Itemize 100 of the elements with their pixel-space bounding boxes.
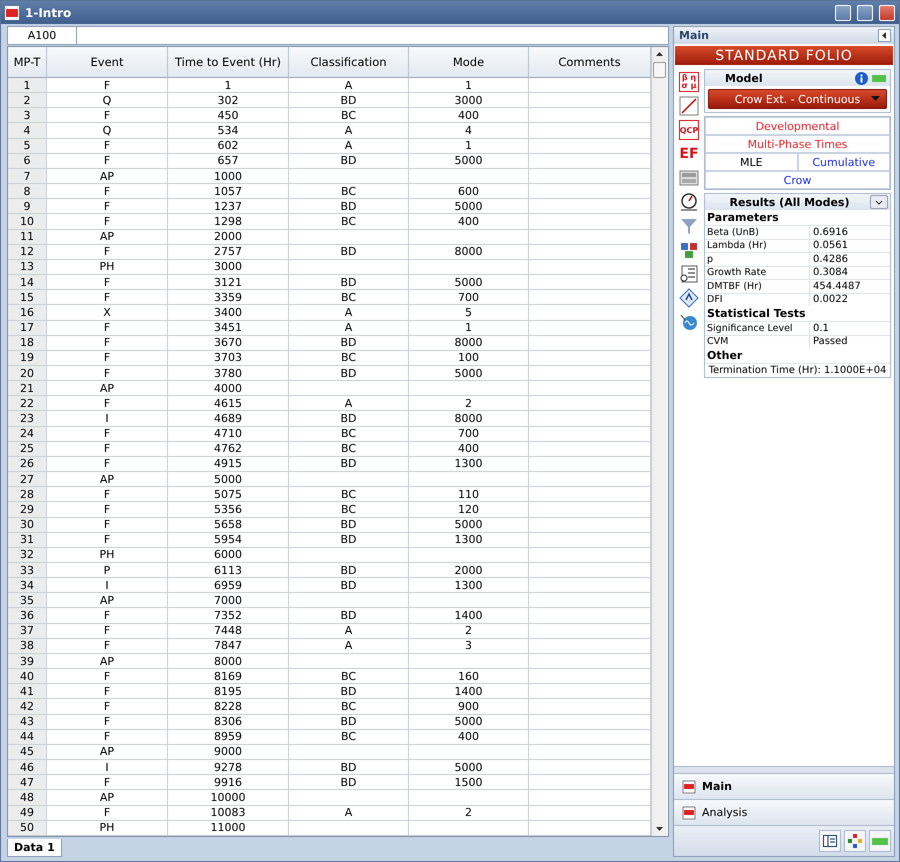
- qcp-icon[interactable]: QCP: [679, 120, 699, 140]
- table-cell: F: [47, 350, 168, 366]
- table-cell: F: [47, 184, 168, 200]
- table-cell: 5000: [409, 275, 529, 290]
- result-label: Growth Rate: [705, 266, 810, 279]
- column-header[interactable]: MP-T: [8, 47, 47, 78]
- layout-button[interactable]: [819, 830, 841, 852]
- table-cell: F: [47, 669, 168, 684]
- column-header[interactable]: Classification: [289, 47, 409, 78]
- table-cell: 600: [409, 184, 529, 200]
- table-cell: 1300: [409, 456, 529, 472]
- table-cell: 5000: [409, 199, 529, 214]
- result-label: Beta (UnB): [705, 226, 810, 238]
- row-number: 45: [8, 744, 47, 760]
- table-cell: 1300: [409, 578, 529, 594]
- row-number: 34: [8, 578, 47, 594]
- table-cell: BD: [289, 275, 409, 290]
- scroll-thumb[interactable]: [653, 62, 666, 78]
- table-cell: F: [47, 638, 168, 654]
- sheet-tab[interactable]: Data 1: [7, 838, 62, 857]
- table-cell: BD: [289, 714, 409, 730]
- row-number: 16: [8, 305, 47, 320]
- table-cell: 657: [168, 154, 289, 169]
- table-cell: F: [47, 244, 168, 260]
- row-number: 14: [8, 275, 47, 290]
- folio-banner: STANDARD FOLIO: [675, 46, 893, 65]
- table-cell: F: [47, 366, 168, 382]
- option-cell[interactable]: Crow: [705, 171, 890, 189]
- row-number: 12: [8, 244, 47, 260]
- column-header[interactable]: Time to Event (Hr): [168, 47, 289, 78]
- table-cell: 1: [409, 78, 529, 94]
- option-cell[interactable]: Multi-Phase Times: [705, 135, 890, 153]
- option-cell[interactable]: Cumulative: [798, 153, 890, 171]
- scroll-up-icon[interactable]: [656, 52, 663, 56]
- table-cell: 1: [168, 78, 289, 94]
- table-cell: I: [47, 578, 168, 594]
- table-cell: F: [47, 532, 168, 548]
- wizard-button[interactable]: [844, 830, 866, 852]
- table-cell: F: [47, 518, 168, 533]
- row-number: 20: [8, 366, 47, 382]
- parameters-icon[interactable]: β η σ μ: [679, 72, 699, 92]
- table-cell: 8195: [168, 684, 289, 700]
- row-number: 37: [8, 624, 47, 639]
- table-cell: BC: [289, 669, 409, 684]
- ef-icon[interactable]: EF: [679, 144, 699, 164]
- row-number: 2: [8, 93, 47, 108]
- table-cell: 4615: [168, 396, 289, 412]
- scrollbar[interactable]: [651, 47, 667, 836]
- row-number: 47: [8, 775, 47, 790]
- row-number: 35: [8, 593, 47, 608]
- close-button[interactable]: [879, 4, 895, 20]
- gauge-icon[interactable]: [679, 192, 699, 212]
- table-cell: BC: [289, 442, 409, 457]
- table-cell: BC: [289, 290, 409, 306]
- column-header[interactable]: Mode: [409, 47, 529, 78]
- table-cell: A: [289, 138, 409, 154]
- nav-button[interactable]: Main: [674, 773, 894, 799]
- result-value: 0.1: [812, 322, 830, 334]
- table-cell: A: [289, 305, 409, 320]
- clock-list-icon[interactable]: [679, 264, 699, 284]
- row-number: 41: [8, 684, 47, 700]
- row-number: 50: [8, 820, 47, 836]
- table-cell: 8000: [409, 336, 529, 351]
- table-cell: F: [47, 806, 168, 821]
- window-title: 1-Intro: [25, 6, 72, 20]
- table-cell: 3359: [168, 290, 289, 306]
- table-cell: 160: [409, 669, 529, 684]
- row-number: 38: [8, 638, 47, 654]
- table-cell: 3451: [168, 320, 289, 336]
- option-cell[interactable]: Developmental: [705, 117, 890, 135]
- table-cell: 10000: [168, 790, 289, 806]
- model-dropdown[interactable]: Crow Ext. - Continuous: [708, 89, 887, 109]
- maximize-button[interactable]: [857, 4, 873, 20]
- nav-button[interactable]: Analysis: [674, 799, 894, 825]
- info-icon[interactable]: [855, 72, 868, 84]
- scroll-down-icon[interactable]: [656, 826, 663, 831]
- row-number: 3: [8, 108, 47, 124]
- table-cell: 10083: [168, 806, 289, 821]
- table-cell: PH: [47, 548, 168, 563]
- minimize-button[interactable]: [835, 4, 851, 20]
- table-cell: BD: [289, 775, 409, 790]
- collapse-icon[interactable]: [878, 29, 891, 42]
- wave-icon[interactable]: [679, 312, 699, 332]
- table-cell: 5356: [168, 502, 289, 518]
- table-cell: F: [47, 699, 168, 715]
- plot-icon[interactable]: [679, 96, 699, 116]
- option-cell[interactable]: MLE: [705, 153, 798, 171]
- splitter-handle[interactable]: [674, 766, 894, 773]
- column-header[interactable]: Comments: [529, 47, 651, 78]
- expand-icon[interactable]: [870, 195, 888, 209]
- table-cell: 8000: [168, 654, 289, 670]
- result-label: DFI: [705, 294, 810, 306]
- table-cell: A: [289, 624, 409, 639]
- result-value: 0.4286: [812, 253, 849, 266]
- column-header[interactable]: Event: [47, 47, 168, 78]
- result-label: Lambda (Hr): [705, 240, 810, 252]
- row-number: 26: [8, 456, 47, 472]
- table-cell: BC: [289, 426, 409, 442]
- status-bar-icon: [872, 74, 886, 82]
- table-cell: AP: [47, 381, 168, 396]
